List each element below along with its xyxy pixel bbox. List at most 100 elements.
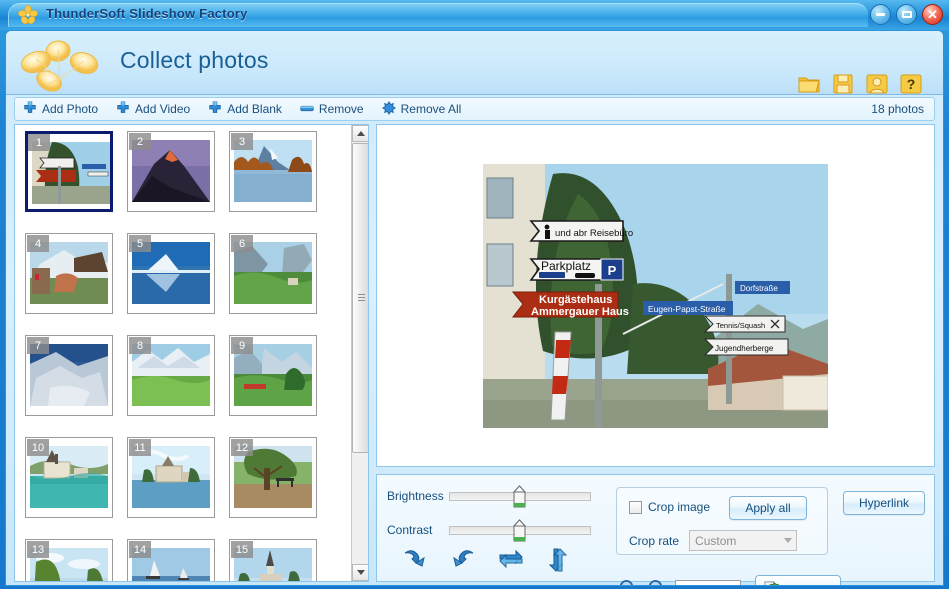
save-icon[interactable] <box>831 72 855 96</box>
contrast-slider[interactable] <box>449 518 591 541</box>
user-icon[interactable] <box>865 72 889 96</box>
zoom-controls: 56% Restore <box>615 575 842 586</box>
thumbnail-number-badge: 9 <box>231 337 253 354</box>
add-photo-icon <box>23 100 37 118</box>
thumbnail-item[interactable]: 5 <box>127 233 215 314</box>
page-body: Collect photos ? Add Photo Add Video Add… <box>5 30 944 586</box>
flower-logo-icon <box>18 5 38 25</box>
chevron-down-icon[interactable] <box>779 531 796 550</box>
brightness-slider[interactable] <box>449 484 591 507</box>
svg-text:Kurgästehaus: Kurgästehaus <box>539 294 612 306</box>
thumbnail-number-badge: 15 <box>231 541 253 558</box>
thumbnail-number-badge: 8 <box>129 337 151 354</box>
svg-text:Ammergauer Haus: Ammergauer Haus <box>531 306 629 318</box>
contrast-label: Contrast <box>387 523 433 537</box>
flower-logo-large-icon <box>16 37 108 93</box>
thumbnail-number-badge: 3 <box>231 133 253 150</box>
flip-horizontal-icon[interactable] <box>498 547 524 576</box>
crop-image-checkbox[interactable] <box>629 500 642 514</box>
crop-rate-dropdown[interactable]: Custom <box>689 530 798 551</box>
svg-text:Parkplatz: Parkplatz <box>541 259 591 273</box>
remove-all-button[interactable]: Remove All <box>374 98 472 120</box>
brightness-slider-thumb[interactable] <box>512 484 527 508</box>
thumbnail-item[interactable]: 12 <box>229 437 317 518</box>
brightness-row: Brightness <box>387 484 591 507</box>
flip-vertical-icon[interactable] <box>546 547 568 576</box>
help-icon[interactable]: ? <box>899 72 923 96</box>
thumbnail-number-badge: 4 <box>27 235 49 252</box>
thumbnail-item[interactable]: 2 <box>127 131 215 212</box>
thumbnail-number-badge: 14 <box>129 541 151 558</box>
remove-all-icon <box>381 100 396 118</box>
thumbnail-item[interactable]: 14 <box>127 539 215 581</box>
restore-button[interactable]: Restore <box>755 575 842 586</box>
add-video-label: Add Video <box>135 102 191 116</box>
contrast-row: Contrast <box>387 518 591 541</box>
crop-rate-label: Crop rate <box>629 533 680 548</box>
contrast-slider-thumb[interactable] <box>512 518 527 542</box>
svg-text:und abr Reisebüro: und abr Reisebüro <box>555 228 633 239</box>
thumbnail-item[interactable]: 8 <box>127 335 215 416</box>
photo-count-label: 18 photos <box>871 102 924 116</box>
svg-text:Dorfstraße: Dorfstraße <box>740 284 778 293</box>
scroll-up-button[interactable] <box>352 125 368 142</box>
scrollbar-thumb[interactable] <box>352 143 368 453</box>
window-controls: ✕ <box>870 4 943 25</box>
add-blank-label: Add Blank <box>227 102 282 116</box>
thumbnail-item[interactable]: 11 <box>127 437 215 518</box>
zoom-out-icon[interactable] <box>644 579 665 585</box>
thumbnail-number-badge: 2 <box>129 133 151 150</box>
close-button[interactable]: ✕ <box>922 4 943 25</box>
thumbnail-item[interactable]: 13 <box>25 539 113 581</box>
thumbnail-number-badge: 10 <box>27 439 49 456</box>
thumbnail-scrollbar[interactable] <box>351 125 368 581</box>
brightness-label: Brightness <box>387 489 444 503</box>
thumbnail-item[interactable]: 10 <box>25 437 113 518</box>
svg-text:Jugendherberge: Jugendherberge <box>715 344 774 353</box>
header-icon-group: ? <box>797 72 923 96</box>
maximize-button[interactable] <box>896 4 917 25</box>
scroll-down-button[interactable] <box>352 564 368 581</box>
crop-image-row: Crop image <box>629 500 710 514</box>
page-title: Collect photos <box>120 47 269 73</box>
svg-text:Eugen-Papst-Straße: Eugen-Papst-Straße <box>648 304 726 314</box>
preview-pane: und abr Reisebüro Parkplatz P Kurgästeha… <box>376 124 935 467</box>
thumbnail-number-badge: 12 <box>231 439 253 456</box>
application-window: ThunderSoft Slideshow Factory ✕ Collect … <box>0 0 949 589</box>
open-folder-icon[interactable] <box>797 72 821 96</box>
thumbnail-number-badge: 7 <box>27 337 49 354</box>
remove-all-label: Remove All <box>400 102 462 116</box>
remove-button[interactable]: Remove <box>292 98 374 120</box>
thumbnail-item[interactable]: 6 <box>229 233 317 314</box>
zoom-level-dropdown[interactable]: 56% <box>675 580 741 585</box>
restore-label: Restore <box>786 584 828 586</box>
apply-all-button[interactable]: Apply all <box>729 496 807 520</box>
zoom-in-icon[interactable] <box>615 579 636 585</box>
thumbnail-number-badge: 6 <box>231 235 253 252</box>
hyperlink-button[interactable]: Hyperlink <box>843 491 925 515</box>
title-bar: ThunderSoft Slideshow Factory ✕ <box>0 0 949 30</box>
minimize-button[interactable] <box>870 4 891 25</box>
transform-button-group <box>402 547 568 576</box>
toolbar: Add Photo Add Video Add Blank Remove Rem… <box>14 97 935 121</box>
thumbnail-item[interactable]: 15 <box>229 539 317 581</box>
chevron-down-icon[interactable] <box>723 581 740 585</box>
add-blank-button[interactable]: Add Blank <box>200 98 292 120</box>
thumbnail-item[interactable]: 7 <box>25 335 113 416</box>
crop-panel: Crop image Apply all Crop rate Custom <box>616 487 828 555</box>
crop-rate-value: Custom <box>695 533 737 548</box>
add-video-icon <box>116 100 130 118</box>
restore-icon <box>764 581 780 585</box>
thumbnail-item[interactable]: 4 <box>25 233 113 314</box>
thumbnail-item[interactable]: 3 <box>229 131 317 212</box>
add-video-button[interactable]: Add Video <box>108 98 200 120</box>
thumbnail-number-badge: 1 <box>28 134 50 151</box>
rotate-left-icon[interactable] <box>402 547 428 576</box>
thumbnail-item[interactable]: 9 <box>229 335 317 416</box>
remove-icon <box>300 101 314 118</box>
add-photo-button[interactable]: Add Photo <box>15 98 108 120</box>
rotate-right-icon[interactable] <box>450 547 476 576</box>
thumbnail-item[interactable]: 1 <box>25 131 113 212</box>
preview-image: und abr Reisebüro Parkplatz P Kurgästeha… <box>483 163 828 428</box>
thumbnail-pane[interactable]: 1 2 3 4 5 6 7 8 9 10 11 12 13 14 15 <box>14 124 369 582</box>
